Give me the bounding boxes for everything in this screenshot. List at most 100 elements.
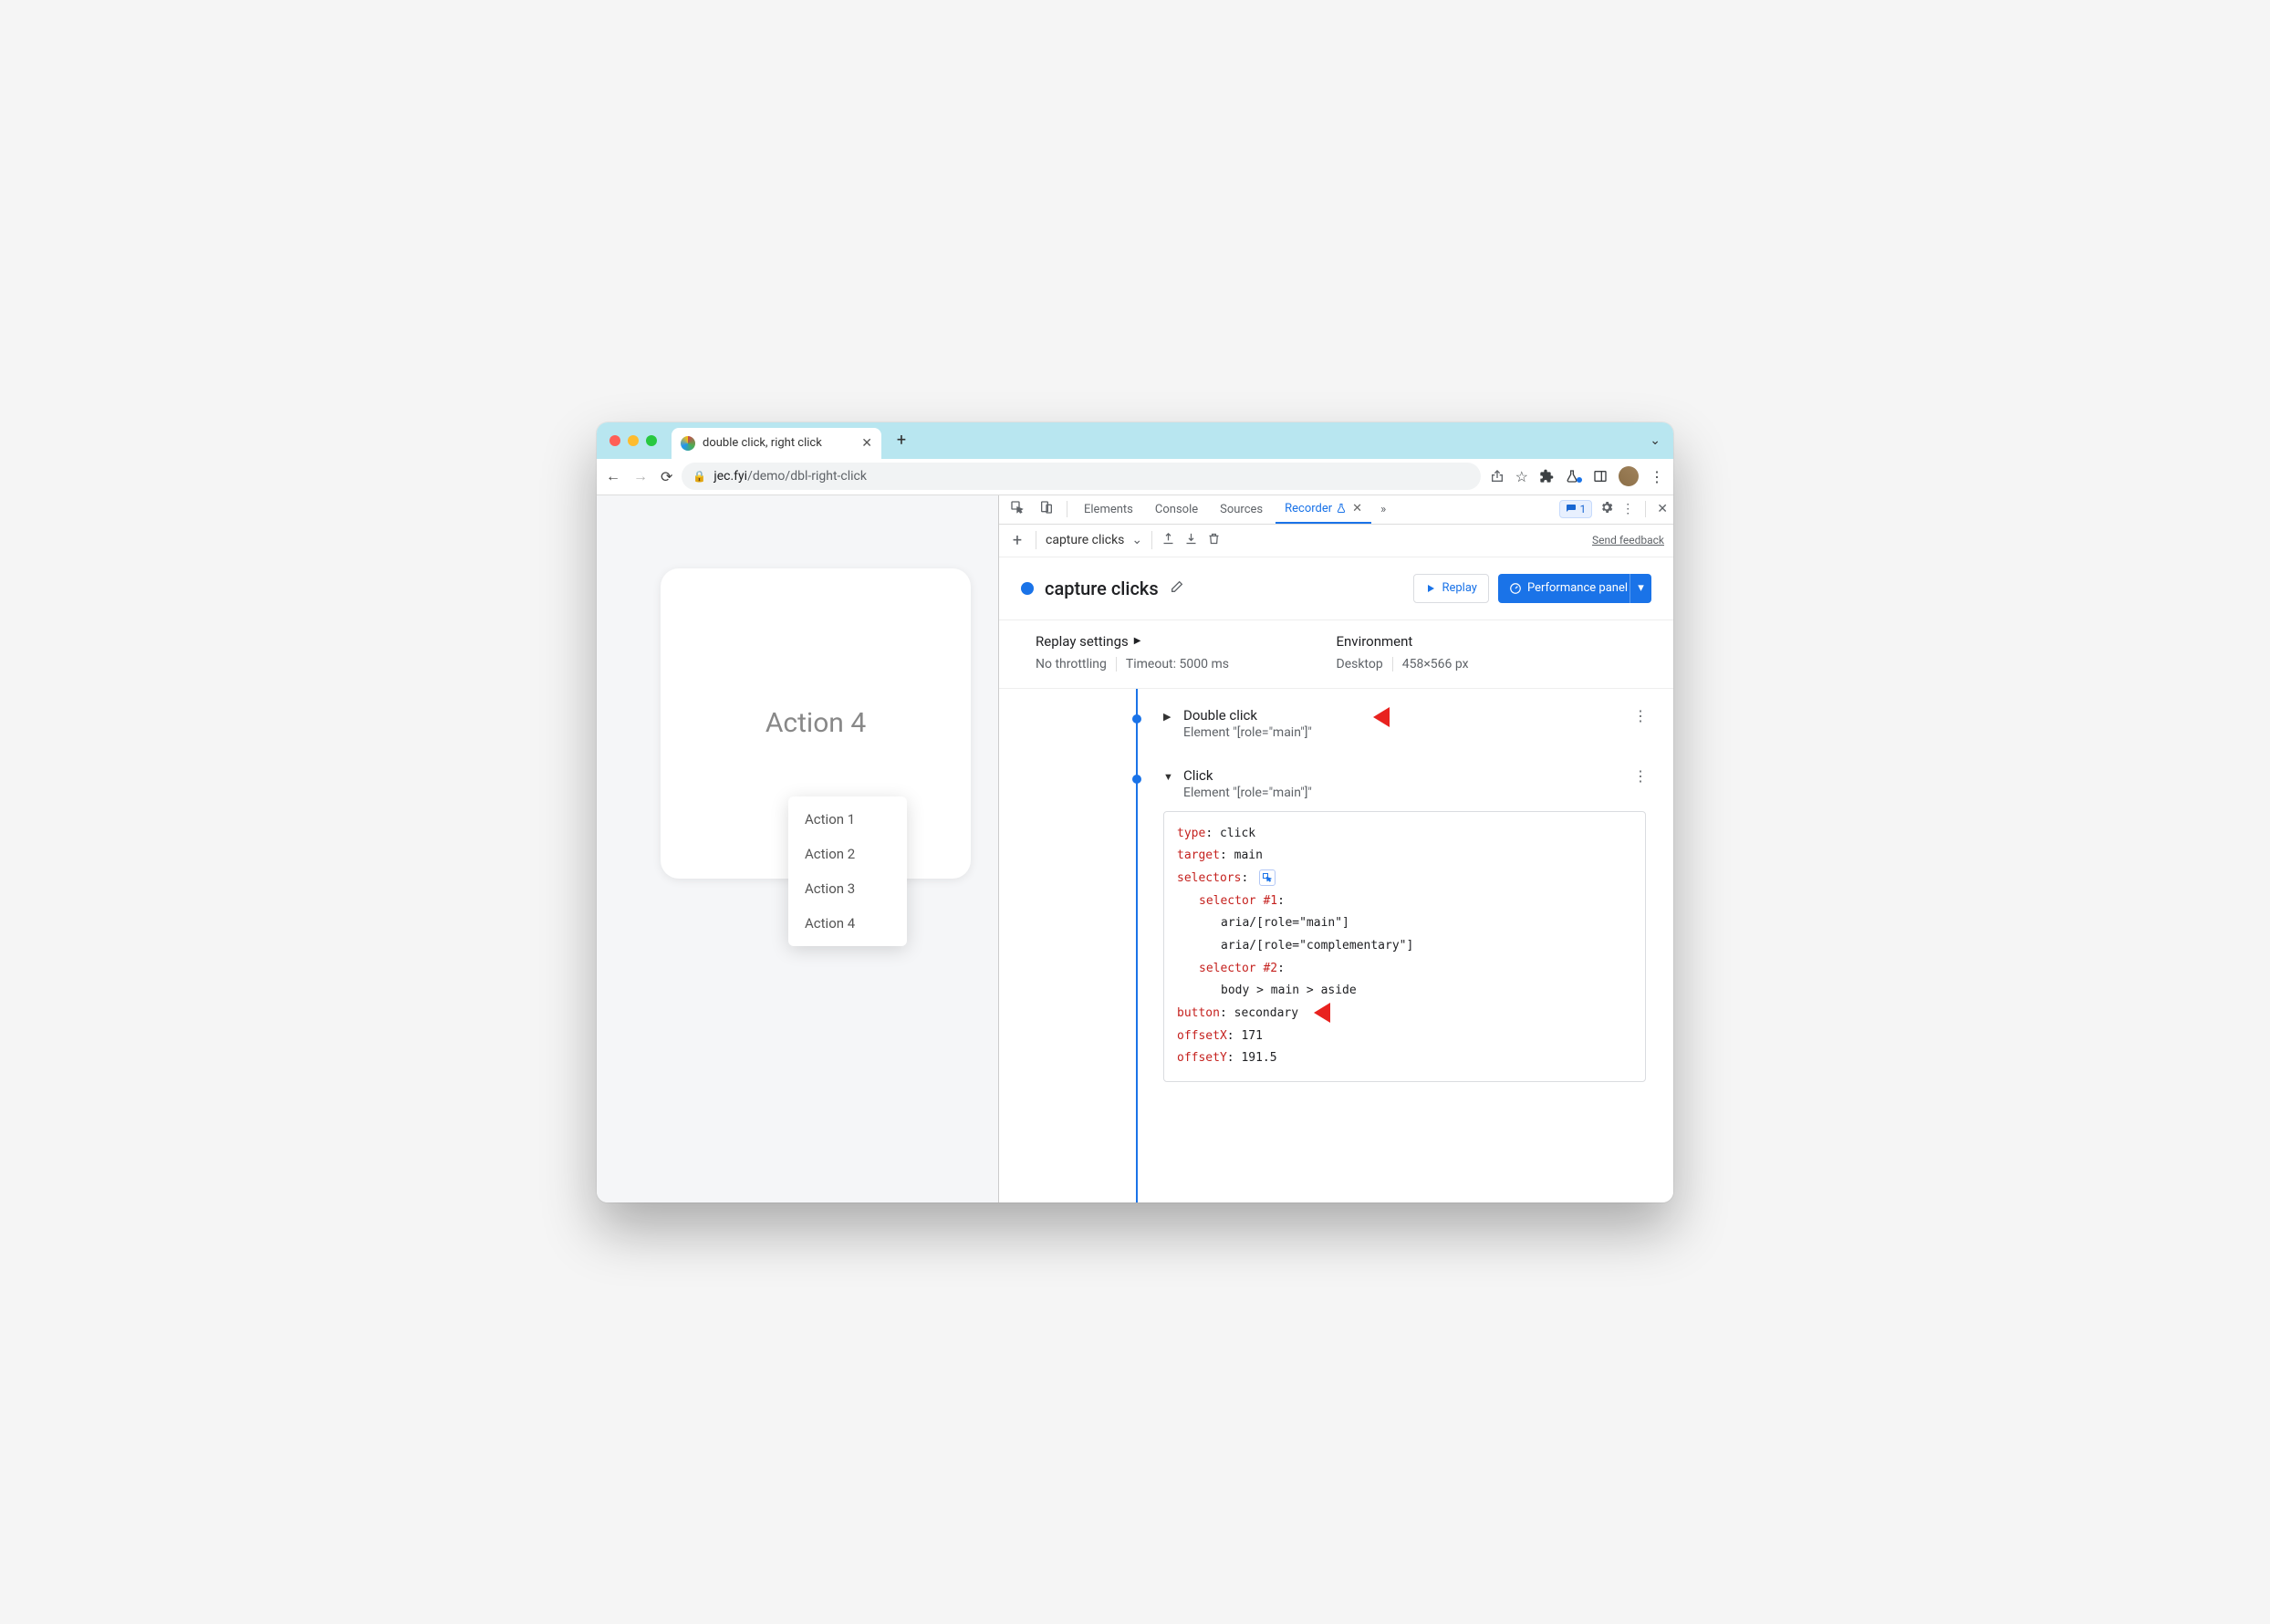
settings-gear-icon[interactable] bbox=[1599, 500, 1614, 518]
steps-timeline: ▶ Double click Element "[role="main"]" ⋮ bbox=[999, 689, 1673, 1202]
detail-target: main bbox=[1234, 848, 1263, 862]
device-toolbar-icon[interactable] bbox=[1034, 500, 1059, 518]
bookmark-icon[interactable]: ☆ bbox=[1515, 468, 1528, 485]
reload-button[interactable]: ⟳ bbox=[661, 468, 672, 485]
address-bar: ← → ⟳ 🔒 jec.fyi/demo/dbl-right-click ☆ bbox=[597, 459, 1673, 495]
lock-icon: 🔒 bbox=[692, 470, 706, 483]
close-window-icon[interactable] bbox=[609, 435, 620, 446]
selector-value: body > main > aside bbox=[1177, 980, 1632, 1003]
replay-button[interactable]: Replay bbox=[1413, 574, 1489, 603]
chrome-menu-icon[interactable]: ⋮ bbox=[1650, 468, 1664, 485]
env-size: 458×566 px bbox=[1402, 657, 1469, 671]
card-title: Action 4 bbox=[765, 707, 866, 739]
new-recording-button[interactable]: + bbox=[1008, 531, 1026, 550]
issues-badge[interactable]: 1 bbox=[1559, 500, 1593, 518]
issues-icon bbox=[1566, 504, 1577, 515]
maximize-window-icon[interactable] bbox=[646, 435, 657, 446]
context-menu-item[interactable]: Action 4 bbox=[788, 906, 907, 941]
disclosure-triangle-icon[interactable]: ▶ bbox=[1163, 711, 1176, 723]
url-input[interactable]: 🔒 jec.fyi/demo/dbl-right-click bbox=[682, 463, 1480, 490]
tab-sources[interactable]: Sources bbox=[1211, 495, 1272, 524]
send-feedback-link[interactable]: Send feedback bbox=[1592, 534, 1664, 547]
more-tabs-icon[interactable]: » bbox=[1375, 503, 1391, 516]
edit-title-icon[interactable] bbox=[1170, 579, 1184, 598]
disclosure-triangle-icon[interactable]: ▼ bbox=[1163, 771, 1176, 783]
detail-offsetx: 171 bbox=[1241, 1029, 1262, 1043]
tab-recorder[interactable]: Recorder ✕ bbox=[1276, 495, 1371, 524]
extensions-icon[interactable] bbox=[1539, 469, 1554, 484]
side-panel-icon[interactable] bbox=[1593, 469, 1608, 484]
back-button[interactable]: ← bbox=[606, 467, 620, 485]
export-icon[interactable] bbox=[1161, 532, 1175, 549]
timeout-value: Timeout: 5000 ms bbox=[1126, 657, 1229, 671]
tab-title: double click, right click bbox=[703, 436, 854, 450]
tabs-overflow-icon[interactable]: ⌄ bbox=[1650, 433, 1661, 448]
step-selector: Element "[role="main"]" bbox=[1183, 725, 1312, 740]
gauge-icon bbox=[1509, 582, 1522, 595]
devtools-panel: Elements Console Sources Recorder ✕ » 1 bbox=[998, 495, 1673, 1202]
tab-close-icon[interactable]: ✕ bbox=[1352, 502, 1362, 515]
devtools-menu-icon[interactable]: ⋮ bbox=[1621, 502, 1634, 516]
selector-value: aria/[role="complementary"] bbox=[1177, 935, 1632, 958]
context-menu-item[interactable]: Action 1 bbox=[788, 802, 907, 837]
recording-selector[interactable]: capture clicks ⌄ bbox=[1046, 533, 1142, 547]
step-click: ▼ Click Element "[role="main"]" ⋮ type: … bbox=[1127, 758, 1673, 1101]
devtools-tabstrip: Elements Console Sources Recorder ✕ » 1 bbox=[999, 495, 1673, 525]
tab-console[interactable]: Console bbox=[1146, 495, 1207, 524]
step-label: Click bbox=[1183, 767, 1312, 784]
env-device: Desktop bbox=[1337, 657, 1383, 671]
tab-close-icon[interactable]: ✕ bbox=[861, 436, 872, 451]
detail-type: click bbox=[1220, 827, 1255, 840]
step-menu-icon[interactable]: ⋮ bbox=[1633, 707, 1646, 724]
window-controls bbox=[609, 435, 657, 446]
replay-settings-toggle[interactable]: Replay settings ▶ bbox=[1036, 633, 1337, 650]
pick-selector-icon[interactable] bbox=[1259, 869, 1276, 886]
replay-settings-label: Replay settings bbox=[1036, 633, 1129, 650]
share-icon[interactable] bbox=[1490, 469, 1505, 484]
tab-elements[interactable]: Elements bbox=[1075, 495, 1142, 524]
performance-panel-dropdown[interactable]: ▾ bbox=[1630, 574, 1651, 603]
annotation-arrow-icon bbox=[1314, 999, 1354, 1026]
tab-recorder-label: Recorder bbox=[1285, 502, 1332, 515]
recording-title: capture clicks bbox=[1045, 578, 1159, 599]
context-menu-item[interactable]: Action 3 bbox=[788, 871, 907, 906]
step-details: type: click target: main selectors: sele… bbox=[1163, 811, 1646, 1083]
play-icon bbox=[1425, 583, 1436, 594]
recorder-toolbar: + capture clicks ⌄ bbox=[999, 525, 1673, 557]
step-selector: Element "[role="main"]" bbox=[1183, 786, 1312, 800]
issues-count: 1 bbox=[1580, 503, 1587, 515]
recording-header: capture clicks Replay Performance panel bbox=[999, 557, 1673, 620]
delete-icon[interactable] bbox=[1207, 532, 1221, 549]
context-menu: Action 1 Action 2 Action 3 Action 4 bbox=[788, 796, 907, 946]
step-menu-icon[interactable]: ⋮ bbox=[1633, 767, 1646, 785]
step-dot-icon bbox=[1132, 714, 1141, 724]
step-double-click: ▶ Double click Element "[role="main"]" ⋮ bbox=[1127, 698, 1673, 758]
performance-panel-button[interactable]: Performance panel bbox=[1498, 574, 1639, 603]
selector-value: aria/[role="main"] bbox=[1177, 912, 1632, 935]
profile-avatar[interactable] bbox=[1619, 466, 1639, 486]
throttling-value: No throttling bbox=[1036, 657, 1107, 671]
forward-button[interactable]: → bbox=[633, 467, 648, 485]
browser-tab[interactable]: double click, right click ✕ bbox=[672, 428, 881, 459]
import-icon[interactable] bbox=[1184, 532, 1198, 549]
chevron-down-icon: ⌄ bbox=[1131, 533, 1142, 547]
content-area: Action 4 Action 1 Action 2 Action 3 Acti… bbox=[597, 495, 1673, 1202]
minimize-window-icon[interactable] bbox=[628, 435, 639, 446]
new-tab-button[interactable]: + bbox=[889, 428, 914, 453]
context-menu-item[interactable]: Action 2 bbox=[788, 837, 907, 871]
browser-window: double click, right click ✕ + ⌄ ← → ⟳ 🔒 … bbox=[597, 422, 1673, 1202]
devtools-close-icon[interactable]: ✕ bbox=[1657, 502, 1668, 516]
recording-selector-label: capture clicks bbox=[1046, 533, 1124, 547]
environment-heading: Environment bbox=[1337, 633, 1638, 650]
replay-button-label: Replay bbox=[1442, 581, 1477, 595]
detail-offsety: 191.5 bbox=[1241, 1051, 1276, 1065]
toolbar-right: ☆ ⋮ bbox=[1490, 466, 1664, 486]
url-text: jec.fyi/demo/dbl-right-click bbox=[713, 469, 867, 484]
step-label: Double click bbox=[1183, 707, 1312, 724]
caret-right-icon: ▶ bbox=[1134, 636, 1141, 646]
annotation-arrow-icon bbox=[1373, 703, 1413, 731]
flask-icon bbox=[1336, 503, 1347, 514]
detail-button: secondary bbox=[1234, 1006, 1298, 1020]
inspect-element-icon[interactable] bbox=[1005, 500, 1030, 518]
experiments-flask-icon[interactable] bbox=[1565, 469, 1582, 484]
